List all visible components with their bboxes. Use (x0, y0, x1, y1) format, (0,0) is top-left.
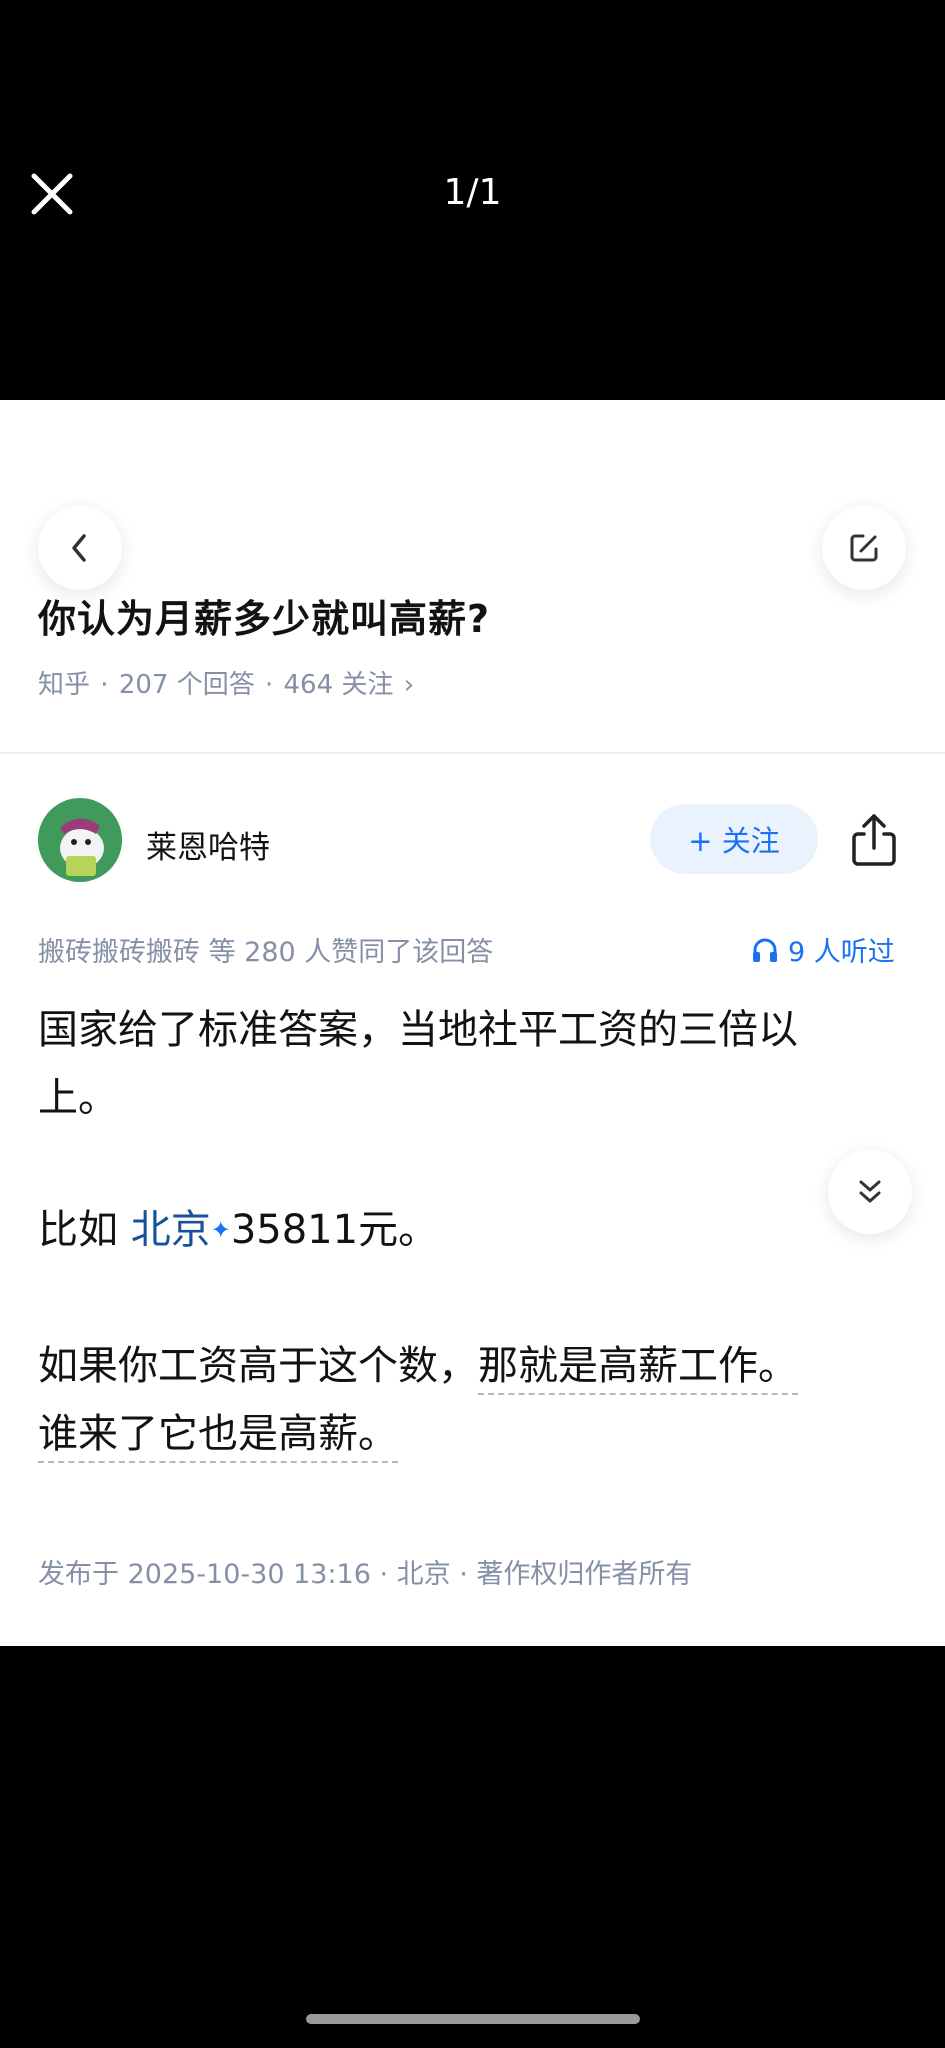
question-meta[interactable]: 知乎 · 207 个回答 · 464 关注 › (38, 664, 416, 701)
meta-separator: · (264, 670, 274, 700)
back-button[interactable] (38, 506, 122, 590)
answer-text: 如果你工资高于这个数， (38, 1343, 478, 1389)
answer-text: 35811元。 (230, 1207, 439, 1253)
follow-button[interactable]: + 关注 (650, 804, 818, 874)
answer-paragraph: 比如 北京✦35811元。 (38, 1196, 438, 1264)
meta-follow-count: 464 关注 (283, 670, 394, 700)
sparkle-icon: ✦ (210, 1216, 231, 1244)
question-title[interactable]: 你认为月薪多少就叫高薪? (38, 588, 490, 643)
edit-button[interactable] (822, 506, 906, 590)
meta-answer-count: 207 个回答 (118, 670, 255, 700)
answer-paragraph: 国家给了标准答案，当地社平工资的三倍以 上。 (38, 996, 798, 1132)
screenshot-card: 你认为月薪多少就叫高薪? 知乎 · 207 个回答 · 464 关注 › 莱恩哈… (0, 400, 945, 1646)
publish-info: 发布于 2025-10-30 13:16 · 北京 · 著作权归作者所有 (38, 1559, 693, 1590)
meta-source: 知乎 (38, 670, 91, 700)
listen-count[interactable]: 9 人听过 (750, 930, 895, 969)
avatar[interactable] (38, 798, 122, 882)
edit-icon (850, 534, 878, 562)
author-name[interactable]: 莱恩哈特 (146, 822, 270, 867)
listen-label: 9 人听过 (788, 937, 895, 968)
image-counter: 1/1 (443, 172, 502, 213)
answer-line: 上。 (38, 1075, 118, 1121)
chevron-left-icon (72, 534, 86, 562)
answer-line: 国家给了标准答案，当地社平工资的三倍以 (38, 1007, 798, 1053)
highlighted-phrase[interactable]: 那就是高薪工作。 (478, 1343, 798, 1395)
highlighted-phrase[interactable]: 谁来了它也是高薪。 (38, 1411, 398, 1463)
share-icon (852, 814, 896, 866)
meta-separator: · (100, 670, 109, 700)
share-button[interactable] (846, 810, 902, 870)
answer-paragraph: 如果你工资高于这个数，那就是高薪工作。 谁来了它也是高薪。 (38, 1332, 798, 1468)
divider (0, 752, 945, 754)
home-indicator[interactable] (306, 2014, 640, 2024)
answer-text: 比如 (38, 1207, 131, 1253)
chevron-right-icon: › (403, 670, 415, 700)
viewer-topbar: 1/1 (0, 0, 945, 400)
beijing-link[interactable]: 北京 (131, 1207, 211, 1253)
scroll-down-button[interactable] (828, 1150, 912, 1234)
upvote-summary[interactable]: 搬砖搬砖搬砖 等 280 人赞同了该回答 (38, 930, 493, 969)
headphones-icon (753, 938, 777, 962)
double-chevron-down-icon (859, 1180, 881, 1203)
